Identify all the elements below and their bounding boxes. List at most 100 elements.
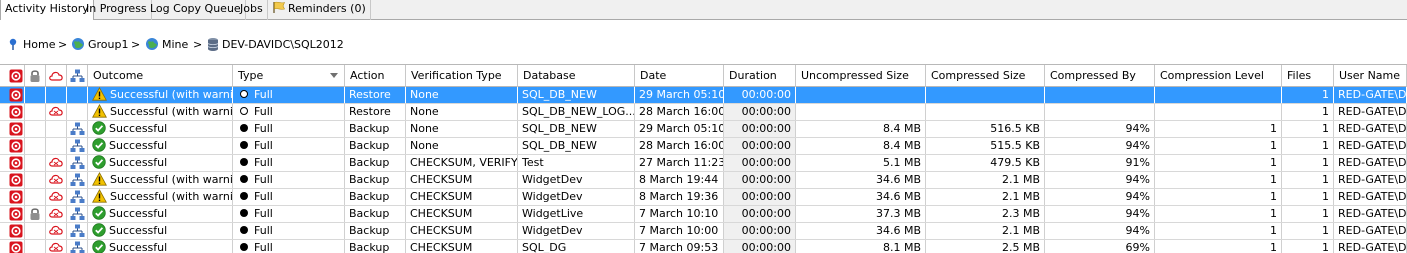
cell-duration: 00:00:00 [724,189,796,205]
cell-lock [25,138,46,154]
cell-compressed: 2.3 MB [926,206,1045,222]
network-icon [70,173,84,186]
cell-outcome: Successful (with warni... [88,172,233,188]
status-icon [9,224,22,238]
cell-files: 1 [1282,104,1334,120]
cell-files: 1 [1282,189,1334,205]
header-network-icon[interactable] [67,65,88,87]
cell-compressed-by: 94% [1045,206,1155,222]
header-type[interactable]: Type [233,65,345,87]
cell-user: RED-GATE\Da [1334,240,1407,253]
cell-compressed-by: 94% [1045,172,1155,188]
warning-icon [92,104,107,118]
header-action[interactable]: Action [345,65,406,87]
table-row[interactable]: Successful Full Backup CHECKSUM WidgetLive 7 … [0,206,1407,223]
check-icon [92,223,106,237]
table-row[interactable]: Successful Full Backup None SQL_DB_NEW 28 Mar… [0,138,1407,155]
type-text: Full [254,224,273,237]
table-row[interactable]: Successful (with warni... Full Backup CHECK… [0,172,1407,189]
header-compression-level[interactable]: Compression Level [1155,65,1282,87]
header-verification-type[interactable]: Verification Type [406,65,518,87]
header-database[interactable]: Database [518,65,635,87]
table-row[interactable]: Successful Full Backup CHECKSUM, VERIFY Test… [0,155,1407,172]
cell-date: 7 March 10:10 [635,206,724,222]
outcome-text: Successful [109,156,168,169]
cell-date: 29 March 05:10 [635,87,724,103]
cell-uncompressed: 8.1 MB [796,240,926,253]
outcome-text: Successful [109,139,168,152]
cell-outcome: Successful [88,155,233,171]
cell-status [7,189,25,205]
table-row[interactable]: Successful (with warni... Full Restore None… [0,104,1407,121]
cell-verification: None [406,104,518,120]
header-status-icon[interactable] [7,65,25,87]
network-icon [70,190,84,203]
check-icon [92,155,106,169]
tab-reminders[interactable]: Reminders (0) [268,0,371,20]
lock-icon [30,208,40,220]
header-date[interactable]: Date [635,65,724,87]
cell-compressed: 479.5 KB [926,155,1045,171]
table-row[interactable]: Successful Full Backup CHECKSUM SQL_DG 7 Marc… [0,240,1407,253]
status-icon [9,207,22,221]
cell-date: 27 March 11:23 [635,155,724,171]
header-outcome[interactable]: Outcome [88,65,233,87]
outcome-text: Successful [109,224,168,237]
cell-date: 7 March 09:53 [635,240,724,253]
header-user-name[interactable]: User Name [1334,65,1407,87]
cell-uncompressed: 8.4 MB [796,121,926,137]
cell-uncompressed [796,87,926,103]
tab-jobs[interactable]: Jobs [236,0,268,20]
tab-log-copy-queue[interactable]: Log Copy Queue [146,0,246,20]
cell-outcome: Successful [88,223,233,239]
cell-status [7,172,25,188]
tab-in-progress[interactable]: In Progress [82,0,152,20]
cell-compression-level [1155,87,1282,103]
cell-date: 7 March 10:00 [635,223,724,239]
type-text: Full [254,190,273,203]
breadcrumb-separator: > [193,38,203,51]
cell-status [7,121,25,137]
cell-cloud [46,240,67,253]
header-encryption-icon[interactable] [25,65,46,87]
header-compressed-by[interactable]: Compressed By [1045,65,1155,87]
header-compressed-size[interactable]: Compressed Size [926,65,1045,87]
table-row[interactable]: Successful (with warni... Full Backup CHECK… [0,189,1407,206]
cell-cloud [46,172,67,188]
cell-verification: CHECKSUM, VERIFY [406,155,518,171]
header-duration[interactable]: Duration [724,65,796,87]
cell-compression-level: 1 [1155,189,1282,205]
breadcrumb-home[interactable]: Home [8,37,55,53]
cell-network [67,240,88,253]
tab-activity-history[interactable]: Activity History [0,0,94,20]
breadcrumb-separator: > [58,38,68,51]
cell-compression-level: 1 [1155,138,1282,154]
cell-date: 8 March 19:44 [635,172,724,188]
cell-compressed [926,87,1045,103]
cell-cloud [46,87,67,103]
breadcrumb-mine[interactable]: Mine [145,37,188,53]
cell-lock [25,240,46,253]
cell-database: WidgetLive [518,206,635,222]
breadcrumb-server[interactable]: DEV-DAVIDC\SQL2012 [207,37,344,53]
cell-action: Backup [345,206,406,222]
network-icon [70,207,84,220]
status-icon [9,69,23,83]
header-cloud-icon[interactable] [46,65,67,87]
cloud-icon [49,191,63,201]
table-row[interactable]: Successful (with warni... Full Restore None… [0,87,1407,104]
status-icon [9,122,22,136]
globe-icon [146,38,158,50]
empty-circle-icon [240,107,248,115]
cell-outcome: Successful [88,138,233,154]
cell-compression-level: 1 [1155,206,1282,222]
table-row[interactable]: Successful Full Backup CHECKSUM WidgetDev 7 M… [0,223,1407,240]
breadcrumb-group[interactable]: Group1 [71,37,129,53]
check-icon [92,138,106,152]
header-uncompressed-size[interactable]: Uncompressed Size [796,65,926,87]
cell-action: Backup [345,240,406,253]
cell-outcome: Successful (with warni... [88,87,233,103]
cell-lock [25,155,46,171]
table-row[interactable]: Successful Full Backup None SQL_DB_NEW 29 Mar… [0,121,1407,138]
header-files[interactable]: Files [1282,65,1334,87]
